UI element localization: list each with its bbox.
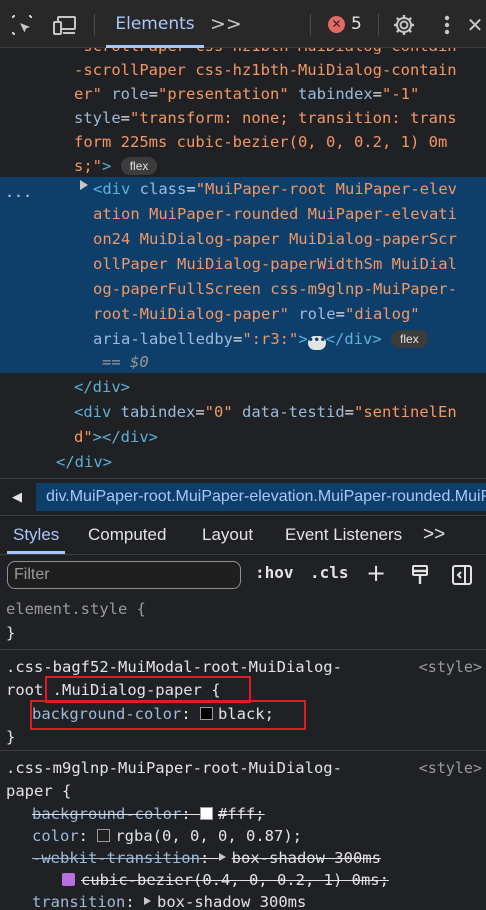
device-toolbar-icon[interactable]	[52, 12, 78, 38]
devtools-toolbar: Elements >> ✕ 5 ✕	[0, 0, 486, 48]
dom-line-sentinel: <div tabindex="0" data-testid="sentinelE…	[74, 403, 457, 421]
toolbar-divider	[378, 14, 379, 36]
styles-pane[interactable]: element.style { } .css-bagf52-MuiModal-r…	[0, 594, 486, 910]
rule-origin-link[interactable]: <style>	[419, 656, 482, 678]
selected-node-line6: root-MuiDialog-paper" role="dialog"	[93, 305, 420, 323]
selected-node-ref: == $0	[102, 353, 149, 371]
flex-badge[interactable]: flex	[391, 330, 428, 348]
color-swatch[interactable]	[97, 829, 111, 842]
dom-line-style: style="transform: none; transition: tran…	[74, 109, 457, 127]
dom-line-scrollpaper: -scrollPaper css-hz1bth-MuiDialog-contai…	[74, 61, 457, 79]
tab-computed[interactable]: Computed	[88, 515, 166, 554]
rule-selector-cont: paper {	[6, 782, 72, 800]
toolbar-divider	[310, 14, 311, 36]
declaration-transition[interactable]: transition: box-shadow 300ms	[32, 891, 306, 910]
rendering-emulation-icon[interactable]	[410, 564, 430, 590]
settings-gear-icon[interactable]	[391, 12, 417, 38]
dom-line-partial: -scrollPaper css-hz1bth-MuiDialog-contai…	[74, 48, 457, 58]
inspect-element-icon[interactable]	[9, 12, 35, 38]
close-devtools-icon[interactable]: ✕	[462, 12, 486, 38]
error-count: 5	[351, 14, 362, 34]
error-icon: ✕	[328, 15, 345, 33]
declaration-color[interactable]: color: rgba(0, 0, 0, 0.87);	[32, 825, 302, 847]
more-panel-tabs-button[interactable]: >>	[423, 515, 445, 554]
styles-filter-input[interactable]: Filter	[7, 561, 241, 589]
tab-event-listeners[interactable]: Event Listeners	[285, 515, 402, 554]
selected-node-line5: og-paperFullScreen css-m9glnp-MuiPaper-	[93, 280, 457, 298]
dom-tree[interactable]: -scrollPaper css-hz1bth-MuiDialog-contai…	[0, 48, 486, 474]
declaration-webkit-transition[interactable]: -webkit-transition: box-shadow 300ms	[32, 847, 381, 869]
flex-badge[interactable]: flex	[120, 157, 158, 175]
toolbar-divider	[94, 14, 95, 36]
rule-selector: .css-m9glnp-MuiPaper-root-MuiDialog-	[6, 759, 342, 777]
selected-node-line1: <div class="MuiPaper-root MuiPaper-elev	[93, 180, 457, 198]
color-swatch[interactable]	[199, 807, 213, 820]
bezier-editor-icon[interactable]	[62, 873, 75, 886]
element-style-rule: element.style { }	[0, 594, 486, 650]
expand-shorthand-icon[interactable]	[218, 853, 226, 861]
dom-line-outer-close: </div>	[56, 453, 112, 471]
class-toggle[interactable]: .cls	[310, 563, 349, 582]
dom-line-style-end: s;"> flex	[74, 154, 158, 178]
dom-line-role: er" role="presentation" tabindex="-1"	[74, 85, 420, 103]
rule-close-brace: }	[6, 728, 16, 746]
collapsed-children-icon[interactable]: •••	[307, 336, 326, 350]
more-tabs-button[interactable]: >>	[210, 13, 242, 35]
breadcrumb-scroll-left-icon[interactable]: ◀	[0, 479, 34, 515]
expand-shorthand-icon[interactable]	[144, 897, 151, 905]
highlight-annotation-declaration	[30, 700, 306, 730]
dom-line-close-div: </div>	[74, 378, 130, 396]
tab-elements-label: Elements	[115, 14, 195, 34]
tab-elements[interactable]: Elements	[106, 0, 204, 48]
highlight-annotation-selector	[45, 676, 251, 703]
selected-node-line7: aria-labelledby=":r3:">•••</div> flex	[93, 327, 428, 351]
tab-styles[interactable]: Styles	[6, 515, 66, 554]
new-style-rule-button[interactable]: +	[366, 559, 386, 587]
dom-line-transition: form 225ms cubic-bezier(0, 0, 0.2, 1) 0m	[74, 133, 448, 151]
rule-origin-link[interactable]: <style>	[419, 757, 482, 779]
sidebar-tabs: Styles Computed Layout Event Listeners >…	[0, 515, 486, 555]
more-options-icon[interactable]	[434, 12, 460, 38]
declaration-background-color-overridden[interactable]: background-color: #fff;	[32, 803, 265, 825]
rule-selector: .css-bagf52-MuiModal-root-MuiDialog-	[6, 658, 342, 676]
selected-node-line4: ollPaper MuiDialog-paperWidthSm MuiDial	[93, 255, 457, 273]
declaration-webkit-transition-cont: cubic-bezier(0.4, 0, 0.2, 1) 0ms;	[62, 869, 389, 891]
node-actions-icon[interactable]: ···	[5, 184, 32, 208]
hover-state-toggle[interactable]: :hov	[255, 563, 294, 582]
rule-close-brace: }	[6, 624, 16, 642]
element-style-selector: element.style {	[6, 600, 146, 618]
error-count-badge[interactable]: ✕ 5	[328, 14, 362, 34]
dom-line-sentinel-end: d"></div>	[74, 428, 158, 446]
toggle-sidebar-icon[interactable]	[451, 564, 473, 590]
breadcrumb-item[interactable]: div.MuiPaper-root.MuiPaper-elevation.Mui…	[36, 483, 486, 511]
style-rule-mui-paper: .css-m9glnp-MuiPaper-root-MuiDialog- <st…	[0, 752, 486, 910]
expand-arrow-icon[interactable]	[80, 180, 88, 190]
breadcrumb: ◀ div.MuiPaper-root.MuiPaper-elevation.M…	[0, 478, 486, 516]
tab-layout[interactable]: Layout	[202, 515, 253, 554]
selected-node-line2: ation MuiPaper-rounded MuiPaper-elevati	[93, 205, 457, 223]
selected-node-line3: on24 MuiDialog-paper MuiDialog-paperScr	[93, 230, 457, 248]
